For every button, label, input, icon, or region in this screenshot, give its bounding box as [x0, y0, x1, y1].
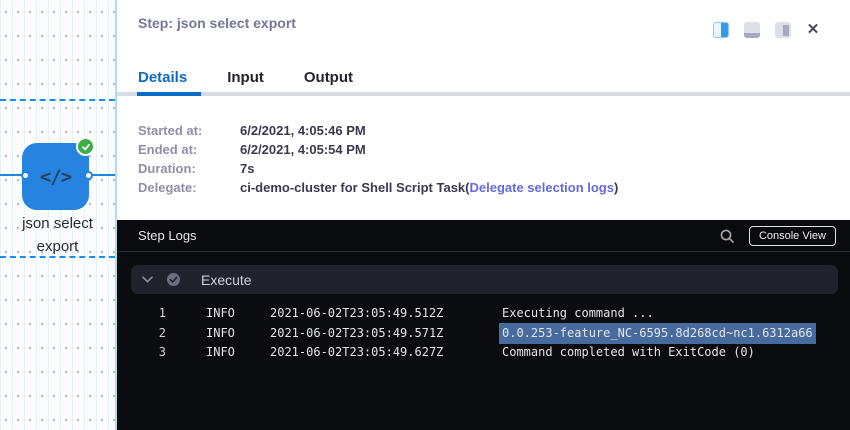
log-section-execute[interactable]: Execute — [131, 265, 838, 294]
tab-details[interactable]: Details — [138, 69, 187, 86]
split-view-icon-fill — [721, 23, 728, 37]
delegate-value-suffix: ) — [614, 180, 618, 195]
detail-label: Started at: — [138, 121, 240, 140]
log-line[interactable]: 3 INFO 2021-06-02T23:05:49.627Z Command … — [117, 343, 850, 363]
detail-label: Duration: — [138, 159, 240, 178]
pipeline-canvas[interactable]: </> json select export — [0, 0, 115, 430]
step-details-panel: Step: json select export ✕ Details Input… — [117, 0, 850, 430]
shell-script-icon: </> — [40, 166, 71, 188]
side-panel-icon[interactable] — [775, 22, 791, 38]
log-message-highlighted: 0.0.253-feature_NC-6595.8d268cd~nc1.6312… — [499, 323, 816, 345]
split-view-icon[interactable] — [713, 22, 729, 38]
chevron-down-icon[interactable] — [142, 276, 153, 283]
step-success-icon — [166, 272, 181, 287]
bottom-panel-icon-fill — [744, 33, 760, 38]
detail-label: Ended at: — [138, 140, 240, 159]
panel-tabs: Details Input Output — [138, 69, 353, 86]
side-panel-icon-fill — [783, 25, 789, 36]
log-level: INFO — [206, 304, 270, 324]
panel-layout-controls: ✕ — [713, 22, 820, 38]
detail-row-started-at: Started at: 6/2/2021, 4:05:46 PM — [138, 121, 618, 140]
close-icon[interactable]: ✕ — [806, 22, 820, 38]
log-section-title: Execute — [201, 272, 252, 288]
log-message: Command completed with ExitCode (0) — [502, 343, 755, 363]
delegate-value-prefix: ci-demo-cluster for Shell Script Task( — [240, 180, 469, 195]
log-timestamp: 2021-06-02T23:05:49.571Z — [270, 324, 502, 344]
detail-value: 7s — [240, 159, 618, 178]
step-logs-panel: Step Logs Console View — [117, 220, 850, 430]
search-icon[interactable] — [719, 228, 735, 244]
step-details-list: Started at: 6/2/2021, 4:05:46 PM Ended a… — [138, 121, 618, 197]
log-timestamp: 2021-06-02T23:05:49.512Z — [270, 304, 502, 324]
detail-row-delegate: Delegate: ci-demo-cluster for Shell Scri… — [138, 178, 618, 197]
log-line[interactable]: 2 INFO 2021-06-02T23:05:49.571Z 0.0.253-… — [117, 324, 850, 344]
log-lines: 1 INFO 2021-06-02T23:05:49.512Z Executin… — [117, 304, 850, 363]
log-line-number: 1 — [141, 304, 166, 324]
detail-label: Delegate: — [138, 178, 240, 197]
log-line-number: 3 — [141, 343, 166, 363]
active-tab-indicator — [137, 92, 201, 96]
step-logs-title: Step Logs — [138, 228, 719, 243]
detail-value: ci-demo-cluster for Shell Script Task(De… — [240, 178, 618, 197]
tab-output[interactable]: Output — [304, 69, 353, 86]
node-label: json select export — [0, 212, 115, 258]
delegate-selection-logs-link[interactable]: Delegate selection logs — [469, 180, 614, 195]
log-line-number: 2 — [141, 324, 166, 344]
success-badge-icon — [76, 137, 95, 156]
step-logs-header: Step Logs Console View — [117, 220, 850, 252]
detail-row-duration: Duration: 7s — [138, 159, 618, 178]
console-view-button[interactable]: Console View — [749, 226, 836, 246]
app-root: </> json select export Step: json select… — [0, 0, 850, 430]
log-level: INFO — [206, 343, 270, 363]
tab-input[interactable]: Input — [227, 69, 264, 86]
detail-value: 6/2/2021, 4:05:54 PM — [240, 140, 618, 159]
log-message: Executing command ... — [502, 304, 654, 324]
tab-track — [117, 92, 850, 96]
log-timestamp: 2021-06-02T23:05:49.627Z — [270, 343, 502, 363]
panel-left-edge — [115, 0, 117, 430]
detail-value: 6/2/2021, 4:05:46 PM — [240, 121, 618, 140]
log-level: INFO — [206, 324, 270, 344]
panel-title: Step: json select export — [138, 15, 296, 31]
node-port-right[interactable] — [84, 171, 93, 180]
bottom-panel-icon[interactable] — [744, 22, 760, 38]
node-port-left[interactable] — [21, 171, 30, 180]
detail-row-ended-at: Ended at: 6/2/2021, 4:05:54 PM — [138, 140, 618, 159]
stage-boundary-top — [0, 99, 115, 101]
log-line[interactable]: 1 INFO 2021-06-02T23:05:49.512Z Executin… — [117, 304, 850, 324]
